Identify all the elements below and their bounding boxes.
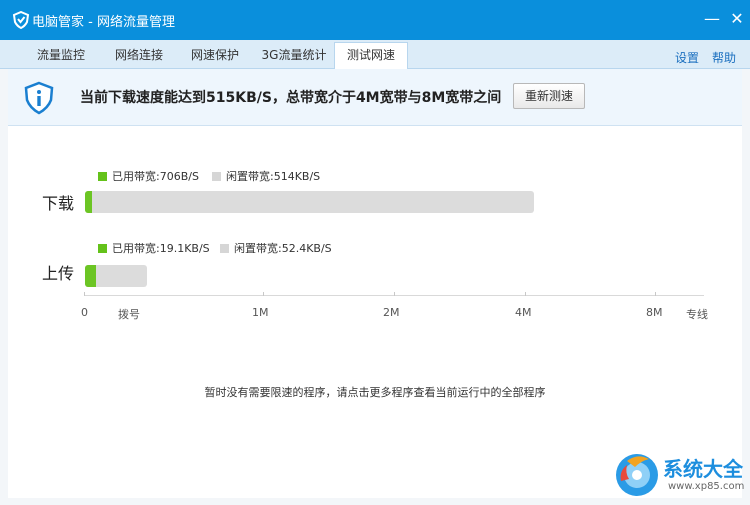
app-window: 电脑管家 - 网络流量管理 — ✕ 流量监控 网络连接 网速保护 3G流量统计 … — [0, 0, 750, 505]
axis-tickmark — [525, 292, 526, 296]
axis-tick-label: 拨号 — [118, 308, 140, 321]
upload-idle-text: 闲置带宽:52.4KB/S — [234, 242, 332, 255]
tab-network-connections[interactable]: 网络连接 — [104, 43, 174, 68]
download-idle-legend: 闲置带宽:514KB/S — [212, 168, 320, 184]
download-used-legend: 已用带宽:706B/S — [98, 168, 199, 184]
tab-3g-traffic-stats[interactable]: 3G流量统计 — [256, 43, 332, 68]
speed-result-message: 当前下载速度能达到515KB/S，总带宽介于4M宽带与8M宽带之间 — [80, 90, 502, 106]
no-limited-programs-notice: 暂时没有需要限速的程序，请点击更多程序查看当前运行中的全部程序 — [204, 386, 546, 399]
download-label: 下载 — [42, 194, 75, 213]
axis-tick-label: 2M — [383, 306, 400, 319]
retest-button[interactable]: 重新测速 — [513, 83, 585, 109]
tab-speed-protection[interactable]: 网速保护 — [180, 43, 250, 68]
tab-speed-test[interactable]: 测试网速 — [334, 42, 408, 70]
result-banner: 当前下载速度能达到515KB/S，总带宽介于4M宽带与8M宽带之间 重新测速 — [8, 69, 742, 126]
axis-tickmark — [394, 292, 395, 296]
axis-tick-label: 0 — [81, 306, 88, 319]
upload-used-fill — [85, 265, 96, 287]
used-swatch — [98, 244, 107, 253]
used-swatch — [98, 172, 107, 181]
shield-icon — [12, 11, 30, 29]
minimize-button[interactable]: — — [702, 9, 722, 29]
info-shield-icon — [24, 81, 54, 115]
upload-used-text: 已用带宽:19.1KB/S — [112, 242, 210, 255]
upload-bandwidth-bar — [85, 265, 147, 287]
axis-tickmark — [655, 292, 656, 296]
download-bandwidth-bar — [85, 191, 534, 213]
watermark-url: www.xp85.com — [668, 481, 745, 492]
window-title: 电脑管家 - 网络流量管理 — [32, 15, 175, 30]
watermark: 系统大全 www.xp85.com — [613, 447, 750, 505]
watermark-text: 系统大全 — [663, 457, 743, 481]
help-link[interactable]: 帮助 — [712, 49, 736, 66]
close-button[interactable]: ✕ — [727, 9, 747, 29]
upload-label: 上传 — [42, 264, 75, 283]
download-used-fill — [85, 191, 92, 213]
idle-swatch — [220, 244, 229, 253]
download-used-text: 已用带宽:706B/S — [112, 170, 199, 183]
axis-tickmark — [84, 292, 85, 296]
axis-tick-label: 4M — [515, 306, 532, 319]
settings-link[interactable]: 设置 — [675, 49, 699, 66]
axis-tick-label: 1M — [252, 306, 269, 319]
tab-bar: 流量监控 网络连接 网速保护 3G流量统计 测试网速 设置 帮助 — [0, 40, 750, 70]
upload-idle-legend: 闲置带宽:52.4KB/S — [220, 240, 332, 256]
disc-logo-icon — [616, 454, 658, 496]
download-idle-text: 闲置带宽:514KB/S — [226, 170, 321, 183]
title-bar[interactable]: 电脑管家 - 网络流量管理 — ✕ — [0, 0, 750, 40]
idle-swatch — [212, 172, 221, 181]
upload-used-legend: 已用带宽:19.1KB/S — [98, 240, 210, 256]
axis-tick-label: 专线 — [686, 308, 708, 321]
speed-test-panel: 已用带宽:706B/S 闲置带宽:514KB/S 下载 已用带宽:19.1KB/… — [8, 126, 742, 498]
axis-tickmark — [263, 292, 264, 296]
axis-tick-label: 8M — [646, 306, 663, 319]
tab-traffic-monitor[interactable]: 流量监控 — [26, 43, 96, 68]
